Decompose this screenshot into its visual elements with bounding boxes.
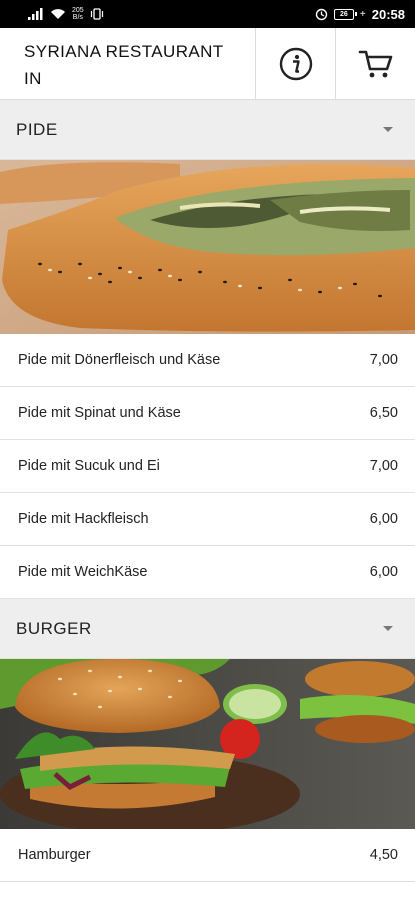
category-title: PIDE: [16, 119, 58, 139]
item-name: Pide mit Spinat und Käse: [18, 405, 181, 421]
category-title: BURGER: [16, 618, 92, 638]
wifi-icon: [51, 9, 65, 19]
burger-photo: [0, 659, 415, 829]
cart-icon: [358, 50, 392, 77]
charging-icon: +: [359, 8, 366, 20]
restaurant-title: SYRIANA RESTAURANT IN: [24, 42, 224, 88]
pide-item-list: Pide mit Dönerfleisch und Käse 7,00 Pide…: [0, 334, 415, 599]
info-button[interactable]: [255, 28, 335, 99]
item-price: 4,50: [369, 847, 398, 863]
item-price: 7,00: [369, 458, 398, 474]
menu-item[interactable]: Pide mit Spinat und Käse 6,50: [0, 387, 415, 440]
status-bar: 205 B/s 26 + 20:58: [0, 0, 415, 28]
chevron-down-icon: [383, 127, 393, 132]
item-name: Pide mit WeichKäse: [18, 564, 148, 580]
item-name: Pide mit Dönerfleisch und Käse: [18, 352, 221, 368]
clock: 20:58: [371, 6, 405, 22]
menu-item[interactable]: Pide mit Sucuk und Ei 7,00: [0, 440, 415, 493]
menu-item[interactable]: Pide mit Dönerfleisch und Käse 7,00: [0, 334, 415, 387]
burger-item-list: Hamburger 4,50: [0, 829, 415, 882]
menu-item[interactable]: Pide mit WeichKäse 6,00: [0, 546, 415, 599]
app-header: SYRIANA RESTAURANT IN: [0, 28, 415, 100]
cart-button[interactable]: [335, 28, 415, 99]
signal-icon: [28, 8, 43, 20]
chevron-down-icon: [383, 626, 393, 631]
network-speed: 205 B/s: [72, 7, 84, 21]
info-icon: [279, 47, 312, 80]
item-price: 6,00: [369, 564, 398, 580]
battery-icon: 26: [333, 8, 357, 20]
category-header-burger[interactable]: BURGER: [0, 599, 415, 659]
category-header-pide[interactable]: PIDE: [0, 100, 415, 160]
item-name: Pide mit Sucuk und Ei: [18, 458, 160, 474]
menu-item[interactable]: Hamburger 4,50: [0, 829, 415, 882]
pide-photo: [0, 160, 415, 334]
vibrate-icon: [90, 8, 103, 20]
data-saver-icon: [315, 8, 328, 20]
item-price: 6,00: [369, 511, 398, 527]
item-name: Hamburger: [18, 847, 91, 863]
item-name: Pide mit Hackfleisch: [18, 511, 149, 527]
item-price: 7,00: [369, 352, 398, 368]
menu-item[interactable]: Pide mit Hackfleisch 6,00: [0, 493, 415, 546]
item-price: 6,50: [369, 405, 398, 421]
